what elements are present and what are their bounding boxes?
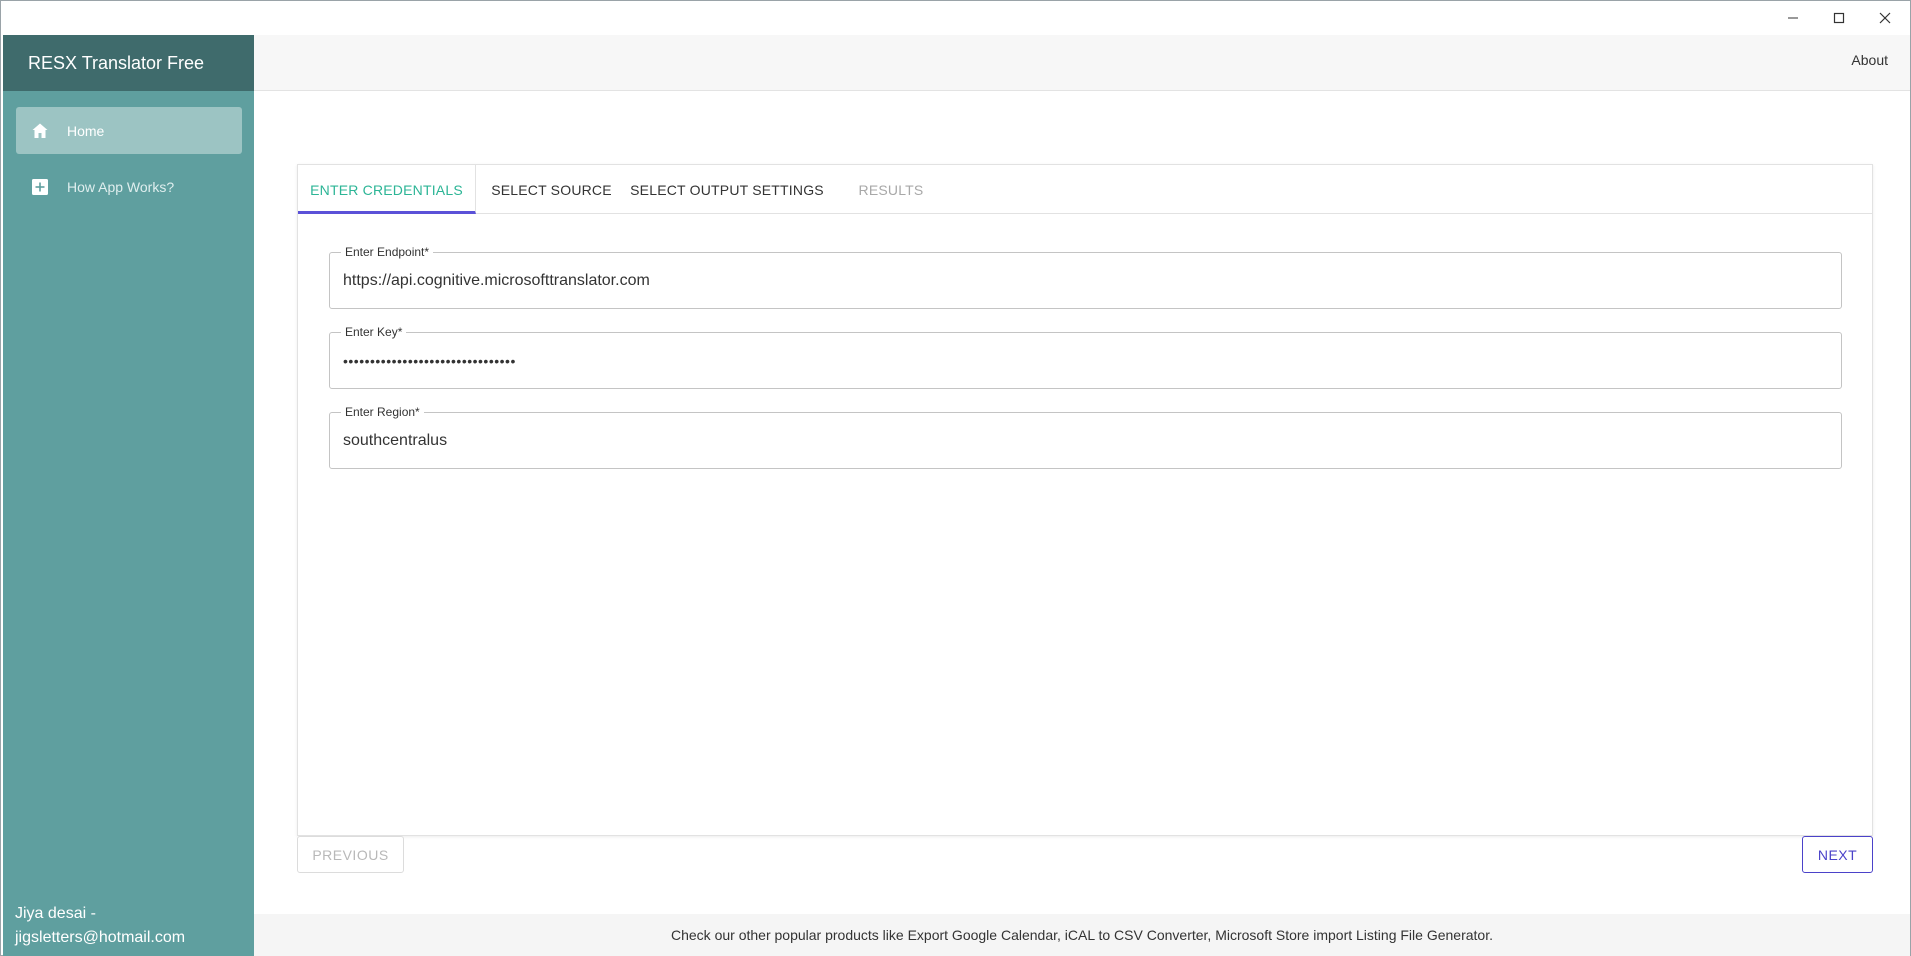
window-titlebar [1,1,1910,35]
user-info: Jiya desai - jigsletters@hotmail.com [15,902,245,950]
sidebar-item-label: How App Works? [67,178,175,195]
user-name: Jiya desai - [15,905,96,922]
tab-results: RESULTS [858,181,924,198]
endpoint-field[interactable]: Enter Endpoint* [329,245,1842,309]
key-field[interactable]: Enter Key* [329,325,1842,389]
footer-promo: Check our other popular products like Ex… [254,914,1910,956]
key-label: Enter Key* [341,325,407,339]
minimize-button[interactable] [1770,1,1816,35]
maximize-button[interactable] [1816,1,1862,35]
key-input[interactable] [343,350,1823,372]
sidebar-item-how-app-works[interactable]: How App Works? [16,163,242,210]
sidebar-item-home[interactable]: Home [16,107,242,154]
tab-select-output-settings[interactable]: SELECT OUTPUT SETTINGS [621,165,833,214]
sidebar-item-label: Home [67,122,105,139]
close-icon [1879,12,1891,24]
tab-select-source[interactable]: SELECT SOURCE [476,165,627,214]
endpoint-input[interactable] [343,270,1823,292]
maximize-icon [1833,12,1845,24]
endpoint-label: Enter Endpoint* [341,245,434,259]
region-field[interactable]: Enter Region* [329,405,1842,469]
tab-enter-credentials[interactable]: ENTER CREDENTIALS [298,165,476,214]
previous-button: PREVIOUS [297,836,404,873]
minimize-icon [1788,17,1798,19]
plus-box-icon [30,177,50,197]
home-icon [30,121,50,141]
app-title: RESX Translator Free [3,35,254,91]
region-input[interactable] [343,430,1823,452]
close-button[interactable] [1862,1,1908,35]
user-email: jigsletters@hotmail.com [15,929,186,946]
wizard-tabs: ENTER CREDENTIALS SELECT SOURCE SELECT O… [298,165,1872,214]
wizard-panel: ENTER CREDENTIALS SELECT SOURCE SELECT O… [297,164,1873,836]
sidebar: RESX Translator Free Home How App Works?… [3,35,254,956]
next-button[interactable]: NEXT [1802,836,1873,873]
app-bar: About [254,35,1910,91]
region-label: Enter Region* [341,405,424,419]
about-link[interactable]: About [1851,52,1888,68]
